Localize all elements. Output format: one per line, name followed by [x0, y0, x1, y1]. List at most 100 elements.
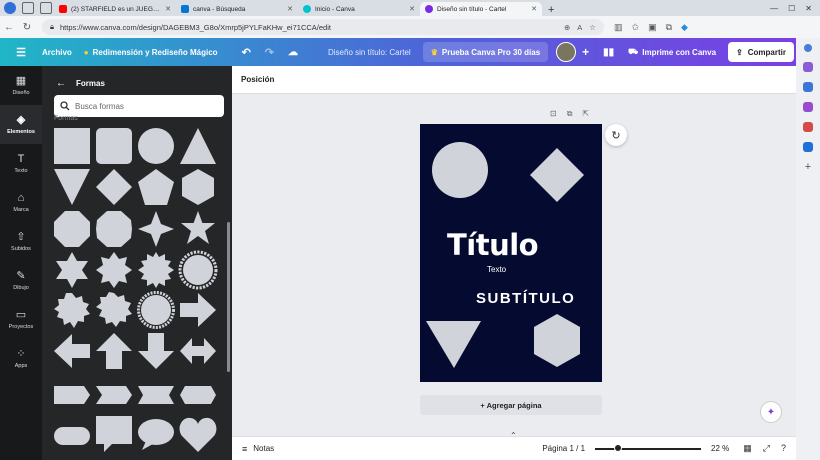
rail-item-marca[interactable]: ⌂ Marca: [0, 183, 42, 222]
banner-shape[interactable]: [138, 386, 174, 404]
poster-subtitle[interactable]: SUBTÍTULO: [476, 290, 575, 307]
rail-item-subidos[interactable]: ⇧ Subidos: [0, 222, 42, 261]
zoom-slider[interactable]: [595, 443, 702, 452]
hexagon-element[interactable]: [534, 314, 580, 367]
triangle-element[interactable]: [426, 321, 481, 368]
right-arrow-shape[interactable]: [180, 293, 216, 327]
close-tab-icon[interactable]: ✕: [409, 5, 415, 13]
design-poster[interactable]: Título Texto SUBTÍTULO: [420, 124, 602, 382]
close-window-icon[interactable]: ✕: [805, 4, 812, 13]
hexagon-banner-shape[interactable]: [180, 386, 216, 404]
regenerate-button[interactable]: ↻: [605, 124, 627, 146]
poster-title[interactable]: Título: [447, 228, 539, 262]
double-arrow-shape[interactable]: [180, 338, 216, 364]
six-point-star-shape[interactable]: [56, 252, 88, 288]
collections-icon[interactable]: ▣: [648, 22, 657, 33]
hexagon-shape[interactable]: [182, 169, 214, 205]
close-tab-icon[interactable]: ✕: [165, 5, 171, 13]
print-button[interactable]: ⛟ Imprime con Canva: [628, 47, 716, 57]
decagon-shape[interactable]: [96, 211, 132, 247]
tab-starfield[interactable]: (2) STARFIELD es un JUEGAZ ✕: [54, 2, 176, 16]
triangle-shape[interactable]: [180, 128, 216, 164]
maximize-icon[interactable]: ☐: [788, 4, 795, 13]
notes-button[interactable]: Notas: [253, 444, 274, 453]
panel-scrollbar[interactable]: [227, 222, 230, 372]
down-arrow-shape[interactable]: [138, 333, 174, 369]
circle-shape[interactable]: [138, 128, 174, 164]
eight-point-star-shape[interactable]: [96, 252, 132, 288]
diamond-element[interactable]: [530, 148, 584, 202]
left-arrow-shape[interactable]: [54, 334, 90, 368]
extensions-icon[interactable]: ⧉: [666, 22, 672, 33]
up-arrow-shape[interactable]: [96, 333, 132, 369]
workspaces-icon[interactable]: [22, 2, 34, 14]
magic-resize-button[interactable]: ● Redimensión y Rediseño Mágico: [84, 48, 218, 57]
insights-icon[interactable]: ▮▮: [603, 47, 614, 58]
notes-icon[interactable]: ≡: [242, 444, 247, 454]
cloud-save-icon[interactable]: ☁: [288, 47, 298, 58]
inverted-triangle-shape[interactable]: [54, 169, 90, 205]
games-icon[interactable]: [803, 102, 813, 112]
square-shape[interactable]: [54, 128, 90, 164]
app-available-icon[interactable]: ⊕: [564, 23, 570, 32]
badge-shape[interactable]: [141, 295, 171, 325]
twelve-point-star-shape[interactable]: [138, 252, 174, 288]
rail-item-texto[interactable]: T Texto: [0, 144, 42, 183]
new-tab-button[interactable]: +: [542, 4, 560, 16]
heart-shape[interactable]: [179, 417, 217, 452]
undo-icon[interactable]: ↶: [242, 46, 251, 59]
favorites-icon[interactable]: ✩: [632, 22, 640, 33]
tab-canva-search[interactable]: canva - Búsqueda ✕: [176, 2, 298, 16]
wavy-seal-shape[interactable]: [96, 292, 132, 327]
rail-item-elementos[interactable]: ◈ Elementos: [0, 105, 42, 144]
magic-assistant-button[interactable]: ✦: [760, 401, 782, 423]
add-collaborator-icon[interactable]: +: [582, 45, 589, 59]
share-button[interactable]: ⇪ Compartir: [728, 42, 794, 62]
profile-icon[interactable]: [4, 2, 16, 14]
rail-item-diseno[interactable]: ▦ Diseño: [0, 66, 42, 105]
add-page-button[interactable]: + Agregar página: [420, 395, 602, 415]
back-icon[interactable]: ←: [0, 22, 18, 33]
rail-item-apps[interactable]: ⁘ Apps: [0, 339, 42, 378]
rail-item-dibujo[interactable]: ✎ Dibujo: [0, 261, 42, 300]
read-aloud-icon[interactable]: A: [577, 23, 582, 32]
star-shape[interactable]: [181, 211, 215, 244]
pill-shape[interactable]: [54, 427, 90, 445]
shopping-icon[interactable]: [803, 62, 813, 72]
tab-actions-icon[interactable]: [40, 2, 52, 14]
scalloped-seal-shape[interactable]: [54, 293, 90, 328]
chevron-shape[interactable]: [96, 386, 132, 404]
sixteen-point-seal-shape[interactable]: [183, 255, 213, 285]
favorite-star-icon[interactable]: ☆: [589, 23, 596, 32]
add-sidebar-icon[interactable]: +: [803, 162, 813, 173]
tab-canva-design[interactable]: Diseño sin título - Cartel ✕: [420, 2, 542, 16]
circle-element[interactable]: [432, 142, 488, 198]
zoom-slider-knob[interactable]: [614, 443, 623, 452]
zoom-value[interactable]: 22 %: [711, 444, 729, 453]
copilot-icon[interactable]: ◆: [681, 22, 688, 33]
archivo-menu[interactable]: Archivo: [42, 48, 72, 57]
collapse-pages-icon[interactable]: ⌃: [510, 431, 517, 440]
close-tab-icon[interactable]: ✕: [531, 5, 537, 13]
poster-text[interactable]: Texto: [487, 265, 506, 274]
menu-icon[interactable]: ☰: [0, 46, 42, 59]
fullscreen-icon[interactable]: ⤢: [763, 443, 770, 454]
diamond-shape[interactable]: [96, 169, 132, 205]
split-screen-icon[interactable]: ▥: [614, 22, 623, 33]
four-point-star-shape[interactable]: [138, 211, 174, 247]
refresh-icon[interactable]: ↻: [18, 22, 36, 33]
help-icon[interactable]: ?: [781, 443, 786, 454]
octagon-shape[interactable]: [54, 211, 90, 247]
doc-title[interactable]: Diseño sin título: Cartel: [328, 48, 411, 57]
search-input[interactable]: Busca formas: [54, 95, 224, 117]
outlook-icon[interactable]: [803, 142, 813, 152]
position-button[interactable]: Posición: [241, 75, 274, 84]
pentagon-arrow-shape[interactable]: [54, 386, 90, 404]
rail-item-proyectos[interactable]: ▭ Proyectos: [0, 300, 42, 339]
microsoft365-icon[interactable]: [803, 122, 813, 132]
duplicate-page-icon[interactable]: ⧉: [567, 109, 573, 119]
grid-view-icon[interactable]: ▦: [743, 443, 752, 454]
speech-box-shape[interactable]: [96, 416, 132, 452]
back-arrow-icon[interactable]: ←: [56, 78, 66, 89]
rounded-square-shape[interactable]: [96, 128, 132, 164]
